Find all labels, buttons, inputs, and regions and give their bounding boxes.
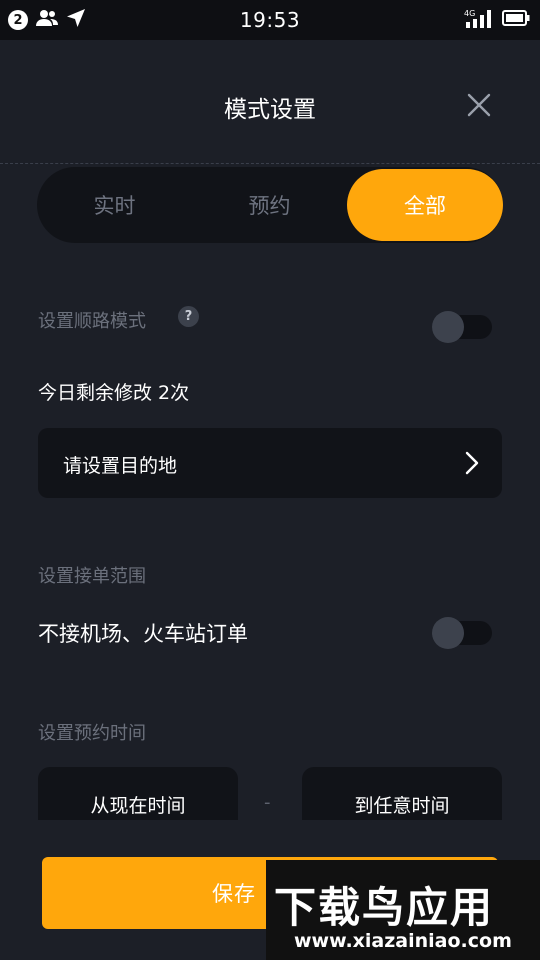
battery-icon <box>502 9 530 31</box>
destination-label: 请设置目的地 <box>63 455 178 477</box>
watermark: 下载鸟应用 www.xiazainiao.com <box>266 860 540 960</box>
chevron-right-icon <box>465 451 479 475</box>
header-divider <box>0 163 540 164</box>
booking-time-label: 设置预约时间 <box>38 723 146 744</box>
exclude-airport-station-label: 不接机场、火车站订单 <box>38 622 248 646</box>
status-time: 19:53 <box>239 8 301 32</box>
signal-4g-icon: 4G <box>464 8 494 32</box>
time-from-selector[interactable]: 从现在时间 <box>38 767 238 820</box>
tab-booking[interactable]: 预约 <box>192 167 347 243</box>
time-to-label: 到任意时间 <box>354 795 450 817</box>
destination-selector[interactable]: 请设置目的地 <box>38 428 502 498</box>
tab-all[interactable]: 全部 <box>347 169 503 241</box>
exclude-airport-station-toggle[interactable] <box>432 617 492 649</box>
save-button-label: 保存 <box>212 882 256 906</box>
order-range-label: 设置接单范围 <box>38 566 146 587</box>
watermark-url: www.xiazainiao.com <box>294 930 512 952</box>
route-mode-toggle[interactable] <box>432 311 492 343</box>
header: 模式设置 <box>0 40 540 164</box>
page-title: 模式设置 <box>224 97 316 123</box>
network-type-label: 4G <box>464 9 475 18</box>
help-icon[interactable]: ? <box>178 306 199 327</box>
time-separator: - <box>264 792 271 813</box>
route-mode-label: 设置顺路模式 <box>38 311 146 332</box>
remaining-changes-text: 今日剩余修改 2次 <box>38 382 190 404</box>
toggle-knob <box>432 617 464 649</box>
status-bar: 2 19:53 4G <box>0 0 540 40</box>
tab-realtime[interactable]: 实时 <box>37 167 192 243</box>
time-to-selector[interactable]: 到任意时间 <box>302 767 502 820</box>
mode-segmented-control: 实时 预约 全部 <box>37 167 503 243</box>
time-from-label: 从现在时间 <box>90 795 186 817</box>
close-button[interactable] <box>464 90 494 120</box>
watermark-logo: 下载鸟应用 <box>274 883 495 932</box>
toggle-knob <box>432 311 464 343</box>
close-icon <box>467 93 491 117</box>
status-right-icons: 4G <box>464 8 530 32</box>
